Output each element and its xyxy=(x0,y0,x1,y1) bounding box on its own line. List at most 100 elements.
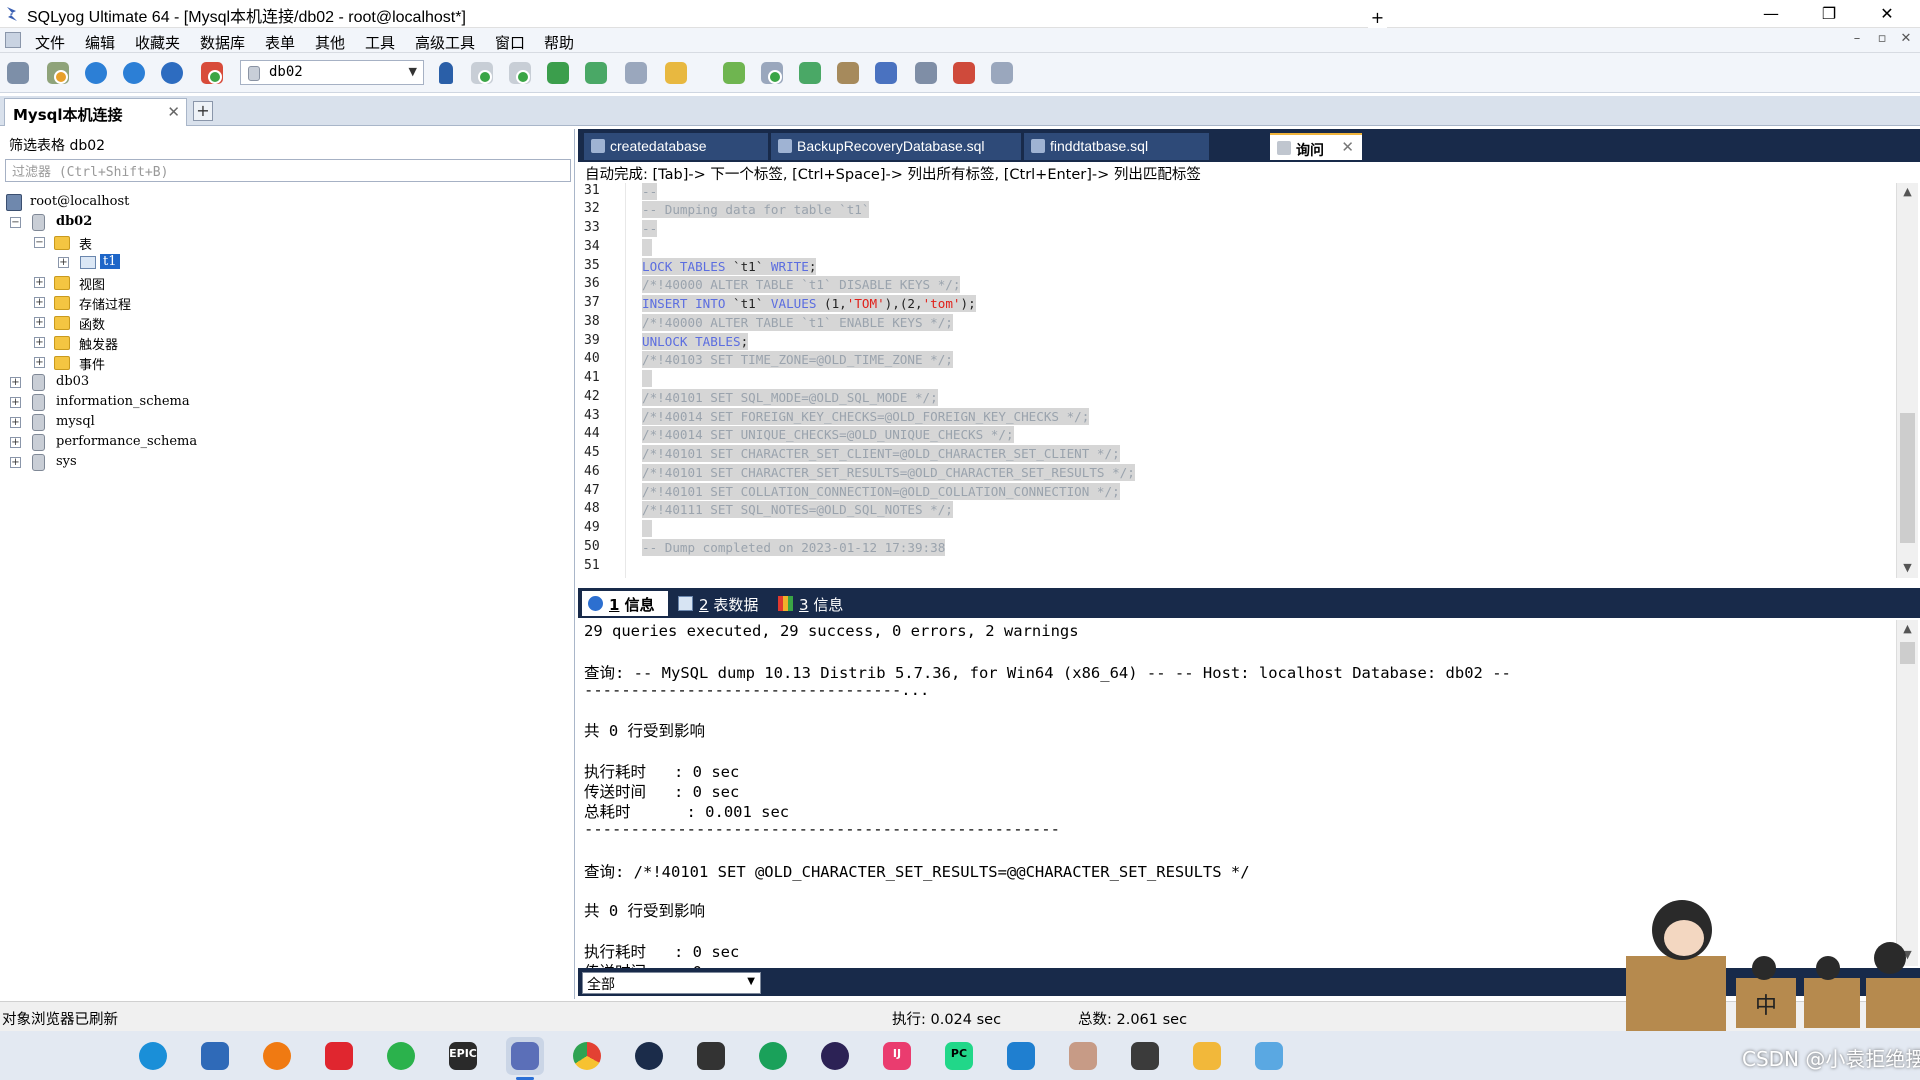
menu-favorites[interactable]: 收藏夹 xyxy=(135,32,180,53)
result-tab-messages[interactable]: 1 信息 xyxy=(582,591,668,616)
add-connection-button[interactable]: + xyxy=(193,101,213,121)
chrome-icon[interactable] xyxy=(568,1037,606,1075)
expand-icon[interactable]: + xyxy=(34,317,45,328)
message-filter-select[interactable]: 全部 ▼ xyxy=(582,972,761,994)
editor-tab[interactable]: BackupRecoveryDatabase.sql xyxy=(771,133,1021,160)
expand-icon[interactable]: + xyxy=(34,357,45,368)
edge-icon[interactable] xyxy=(134,1037,172,1075)
intellij-icon[interactable]: IJ xyxy=(878,1037,916,1075)
message-line: 总耗时 : 0.001 sec xyxy=(584,803,790,821)
menu-file[interactable]: 文件 xyxy=(35,32,65,53)
execute-all-icon[interactable] xyxy=(120,59,148,87)
expand-icon[interactable]: + xyxy=(34,337,45,348)
scrollbar-thumb[interactable] xyxy=(1900,642,1915,664)
game-box-icon[interactable] xyxy=(1126,1037,1164,1075)
import-icon[interactable] xyxy=(582,59,610,87)
menu-database[interactable]: 数据库 xyxy=(200,32,245,53)
menu-advanced-tools[interactable]: 高级工具 xyxy=(415,32,475,53)
query-builder-icon[interactable] xyxy=(872,59,900,87)
table-icon[interactable] xyxy=(662,59,690,87)
pycharm-icon[interactable]: PC xyxy=(940,1037,978,1075)
data-compare-icon[interactable] xyxy=(950,59,978,87)
close-icon[interactable]: ✕ xyxy=(1341,138,1354,156)
export-icon[interactable] xyxy=(622,59,650,87)
mdi-window-icon[interactable] xyxy=(5,32,21,48)
green-leaf-icon[interactable] xyxy=(754,1037,792,1075)
expand-icon[interactable]: + xyxy=(10,417,21,428)
schema-designer-icon[interactable] xyxy=(912,59,940,87)
filter-input[interactable]: 过滤器 (Ctrl+Shift+B) xyxy=(5,159,571,182)
line-number: 44 xyxy=(584,426,600,441)
sql-keyword: INSERT INTO xyxy=(642,296,726,311)
menu-help[interactable]: 帮助 xyxy=(544,32,574,53)
close-icon[interactable]: ✕ xyxy=(167,103,180,121)
execute-icon[interactable] xyxy=(82,59,110,87)
connect-icon[interactable] xyxy=(4,59,32,87)
mdi-close-button[interactable]: ✕ xyxy=(1895,31,1917,46)
epic-games-icon[interactable]: EPIC xyxy=(444,1037,482,1075)
scroll-up-icon[interactable]: ▲ xyxy=(1897,622,1918,635)
new-connection-icon[interactable] xyxy=(44,59,72,87)
expand-icon[interactable]: + xyxy=(10,437,21,448)
expand-icon[interactable]: + xyxy=(10,377,21,388)
tree-db-label: performance_schema xyxy=(56,434,198,449)
sql-editor[interactable]: 31 32 33 34 35 36 37 38 39 40 41 42 43 4… xyxy=(578,183,1896,578)
result-tab-table-data[interactable]: 2 表数据 xyxy=(672,591,768,616)
menu-tools[interactable]: 工具 xyxy=(365,32,395,53)
result-tab-label: 3 信息 xyxy=(799,596,844,614)
mdi-restore-button[interactable]: ▫ xyxy=(1871,31,1893,46)
restore-icon[interactable] xyxy=(544,59,572,87)
editor-scrollbar[interactable]: ▲ ▼ xyxy=(1896,183,1918,578)
refresh-icon[interactable] xyxy=(158,59,186,87)
expand-icon[interactable]: + xyxy=(34,297,45,308)
message-line: ----------------------------------------… xyxy=(584,820,1060,838)
sqlyog-icon[interactable] xyxy=(506,1037,544,1080)
pc-icon[interactable] xyxy=(196,1037,234,1075)
close-button[interactable]: ✕ xyxy=(1858,0,1916,28)
migrate-icon[interactable] xyxy=(834,59,862,87)
search-app-icon[interactable] xyxy=(258,1037,296,1075)
editor-tab[interactable]: createdatabase xyxy=(584,133,768,160)
collapse-icon[interactable]: − xyxy=(10,217,21,228)
file-explorer-icon[interactable] xyxy=(1188,1037,1226,1075)
minimize-button[interactable]: — xyxy=(1742,0,1800,28)
wechat-icon[interactable] xyxy=(382,1037,420,1075)
notes-app-icon[interactable] xyxy=(1250,1037,1288,1075)
mdi-minimize-button[interactable]: – xyxy=(1846,31,1868,46)
eclipse-icon[interactable] xyxy=(816,1037,854,1075)
add-db-icon[interactable] xyxy=(468,59,496,87)
result-tab-info[interactable]: 3 信息 xyxy=(772,591,862,616)
editor-tab[interactable]: finddtatbase.sql xyxy=(1024,133,1209,160)
menu-bar: 文件 编辑 收藏夹 数据库 表单 其他 工具 高级工具 窗口 帮助 – ▫ ✕ xyxy=(0,28,1920,53)
sync-icon[interactable] xyxy=(758,59,786,87)
scroll-down-icon[interactable]: ▼ xyxy=(1897,561,1918,574)
schema-icon[interactable] xyxy=(198,59,226,87)
bolt-app-icon[interactable] xyxy=(692,1037,730,1075)
collapse-icon[interactable]: − xyxy=(34,237,45,248)
expand-icon[interactable]: + xyxy=(10,397,21,408)
connection-tab[interactable]: Mysql本机连接 ✕ xyxy=(4,98,187,126)
backup-icon[interactable] xyxy=(506,59,534,87)
desktop-pet-widget[interactable]: 中 xyxy=(1616,896,1920,1031)
menu-table[interactable]: 表单 xyxy=(265,32,295,53)
scroll-up-icon[interactable]: ▲ xyxy=(1897,185,1918,198)
database-select[interactable]: db02 ▼ xyxy=(240,60,424,85)
add-query-tab-button[interactable]: + xyxy=(1368,9,1387,28)
vscode-icon[interactable] xyxy=(1002,1037,1040,1075)
editor-tab-active[interactable]: 询问 ✕ xyxy=(1270,133,1362,160)
expand-icon[interactable]: + xyxy=(10,457,21,468)
anime-app-icon[interactable] xyxy=(1064,1037,1102,1075)
expand-icon[interactable]: + xyxy=(58,257,69,268)
scrollbar-thumb[interactable] xyxy=(1900,413,1915,543)
steam-icon[interactable] xyxy=(630,1037,668,1075)
schedule-icon[interactable] xyxy=(720,59,748,87)
report-icon[interactable] xyxy=(988,59,1016,87)
sql-sync-icon[interactable] xyxy=(796,59,824,87)
menu-edit[interactable]: 编辑 xyxy=(85,32,115,53)
restore-button[interactable]: ❐ xyxy=(1800,0,1858,28)
netease-music-icon[interactable] xyxy=(320,1037,358,1075)
user-icon[interactable] xyxy=(432,59,460,87)
menu-window[interactable]: 窗口 xyxy=(495,32,525,53)
menu-other[interactable]: 其他 xyxy=(315,32,345,53)
expand-icon[interactable]: + xyxy=(34,277,45,288)
